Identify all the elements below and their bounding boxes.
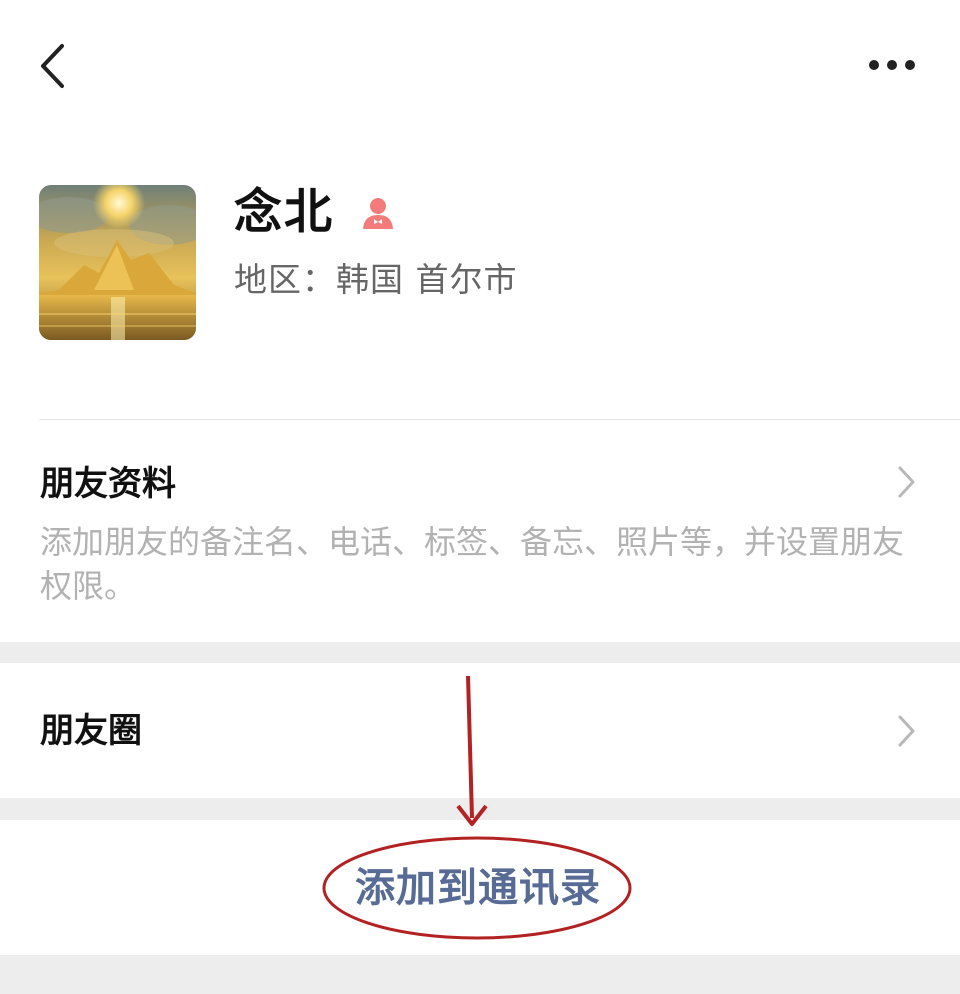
contact-name: 念北 — [234, 184, 335, 240]
region-text: 地区：韩国 首尔市 — [234, 260, 518, 299]
avatar[interactable] — [39, 185, 196, 340]
more-button[interactable] — [860, 48, 924, 82]
more-horizontal-icon — [869, 60, 915, 70]
back-button[interactable] — [30, 38, 80, 94]
avatar-image — [39, 185, 196, 340]
moments-title: 朋友圈 — [40, 711, 142, 751]
moments-row[interactable]: 朋友圈 — [0, 663, 960, 798]
profile-card: 念北 地区：韩国 首尔市 朋友资料 添加朋友的备注名、电话、标签、备忘、照片等，… — [0, 0, 960, 642]
friend-info-title: 朋友资料 — [40, 464, 176, 504]
chevron-left-icon — [41, 44, 64, 88]
friend-info-description: 添加朋友的备注名、电话、标签、备忘、照片等，并设置朋友权限。 — [40, 523, 905, 605]
add-to-contacts-button[interactable]: 添加到通讯录 — [355, 862, 615, 914]
chevron-right-icon — [898, 466, 915, 498]
female-person-icon — [358, 193, 398, 233]
chevron-right-icon — [898, 715, 915, 747]
